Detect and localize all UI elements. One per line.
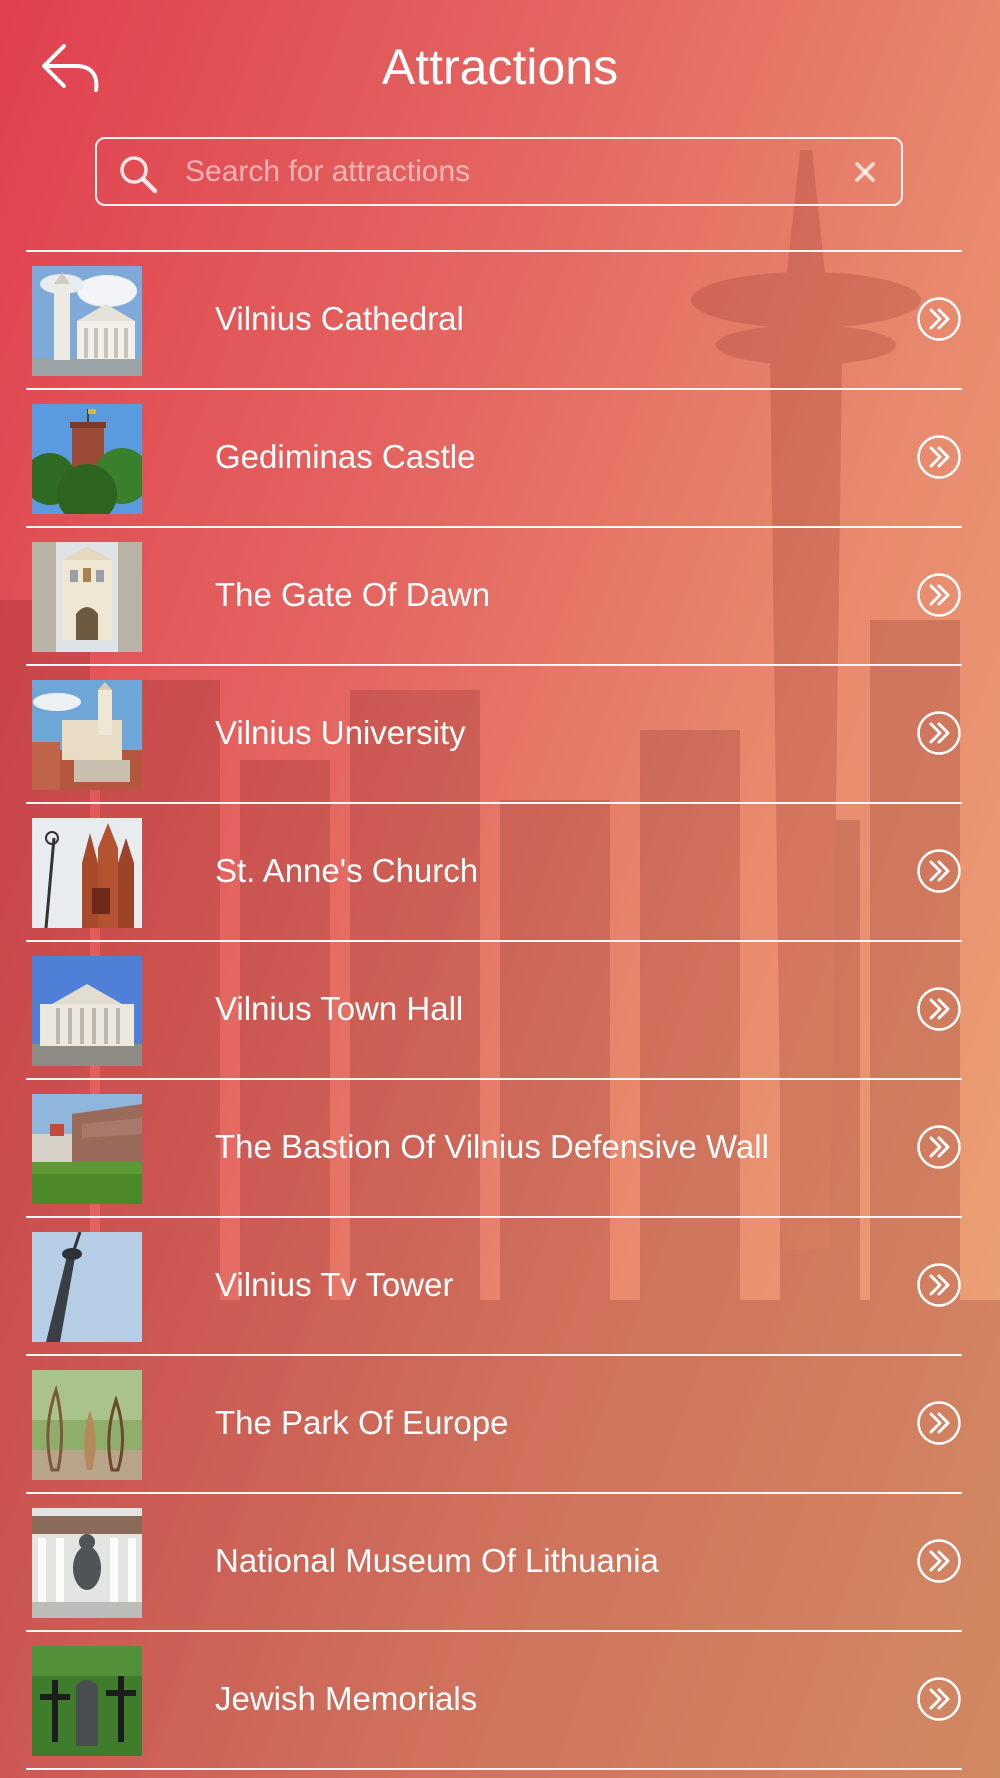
double-chevron-circle-icon[interactable]: [916, 1400, 962, 1446]
list-item[interactable]: Vilnius University: [26, 666, 962, 804]
double-chevron-circle-icon[interactable]: [916, 848, 962, 894]
list-item[interactable]: The Gate Of Dawn: [26, 528, 962, 666]
double-chevron-circle-icon[interactable]: [916, 1538, 962, 1584]
attractions-screen: Attractions Search for attractions Vilni…: [0, 0, 1000, 1778]
attraction-thumbnail: [32, 542, 142, 652]
attraction-name: Jewish Memorials: [215, 1680, 478, 1717]
list-item[interactable]: Vilnius Town Hall: [26, 942, 962, 1080]
double-chevron-circle-icon[interactable]: [916, 710, 962, 756]
list-item[interactable]: National Museum Of Lithuania: [26, 1494, 962, 1632]
list-item[interactable]: Gediminas Castle: [26, 390, 962, 528]
attraction-name: Vilnius University: [215, 714, 466, 751]
attraction-name: Vilnius Town Hall: [215, 990, 464, 1027]
attraction-name: Vilnius Cathedral: [215, 300, 464, 337]
header-bar: Attractions: [0, 0, 1000, 130]
close-icon[interactable]: [851, 158, 879, 186]
list-item[interactable]: St. Anne's Church: [26, 804, 962, 942]
search-input[interactable]: [185, 149, 805, 195]
search-bar: [95, 137, 903, 206]
list-item[interactable]: Vilnius Tv Tower: [26, 1218, 962, 1356]
attraction-name: St. Anne's Church: [215, 852, 479, 889]
attraction-name: The Bastion Of Vilnius Defensive Wall: [215, 1128, 769, 1165]
double-chevron-circle-icon[interactable]: [916, 572, 962, 618]
attraction-thumbnail: [32, 1370, 142, 1480]
attraction-name: Gediminas Castle: [215, 438, 476, 475]
attraction-thumbnail: [32, 1646, 142, 1756]
double-chevron-circle-icon[interactable]: [916, 986, 962, 1032]
attraction-name: The Park Of Europe: [215, 1404, 509, 1441]
attraction-name: National Museum Of Lithuania: [215, 1542, 659, 1579]
double-chevron-circle-icon[interactable]: [916, 1676, 962, 1722]
page-title: Attractions: [381, 39, 619, 95]
attractions-list: Vilnius Cathedral Gediminas Castle The G…: [26, 250, 962, 1770]
attraction-thumbnail: [32, 266, 142, 376]
list-item[interactable]: Vilnius Cathedral: [26, 252, 962, 390]
attraction-thumbnail: [32, 404, 142, 514]
list-item[interactable]: The Bastion Of Vilnius Defensive Wall: [26, 1080, 962, 1218]
attraction-thumbnail: [32, 680, 142, 790]
attraction-thumbnail: [32, 1232, 142, 1342]
attraction-thumbnail: [32, 1094, 142, 1204]
magnifier-icon: [120, 156, 158, 194]
double-chevron-circle-icon[interactable]: [916, 296, 962, 342]
attraction-thumbnail: [32, 818, 142, 928]
attraction-thumbnail: [32, 956, 142, 1066]
list-item[interactable]: The Park Of Europe: [26, 1356, 962, 1494]
double-chevron-circle-icon[interactable]: [916, 1124, 962, 1170]
double-chevron-circle-icon[interactable]: [916, 1262, 962, 1308]
double-chevron-circle-icon[interactable]: [916, 434, 962, 480]
attraction-name: The Gate Of Dawn: [215, 576, 491, 613]
list-item[interactable]: Jewish Memorials: [26, 1632, 962, 1770]
attraction-name: Vilnius Tv Tower: [215, 1266, 454, 1303]
attraction-thumbnail: [32, 1508, 142, 1618]
